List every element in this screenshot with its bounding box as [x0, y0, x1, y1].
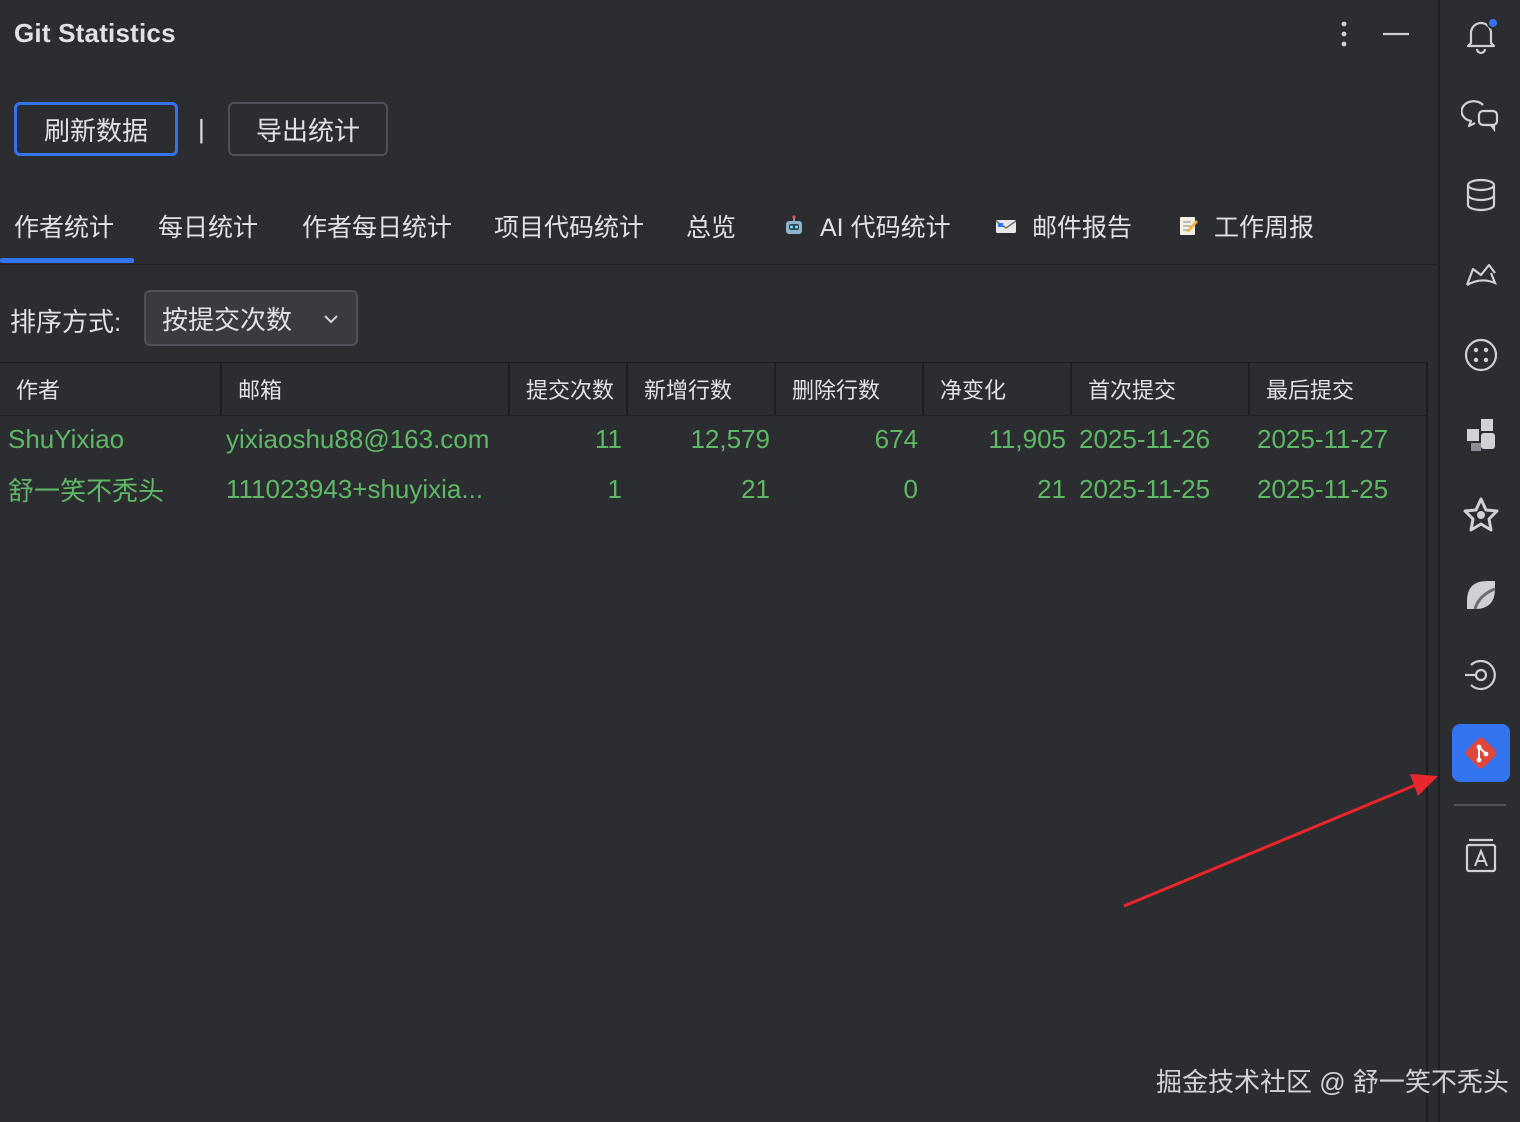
column-header-email[interactable]: 邮箱 — [222, 363, 510, 415]
cell-author: ShuYixiao — [8, 423, 125, 454]
table-row[interactable]: ShuYixiao yixiaoshu88@163.com 11 12,579 … — [0, 414, 1426, 464]
star-tool-button[interactable] — [1452, 486, 1510, 544]
app-window: Git Statistics 刷新数据 | 导出统计 作者统计 每日统计 作者每… — [0, 0, 1520, 1122]
column-header-deleted-lines[interactable]: 删除行数 — [776, 363, 924, 415]
tab-label: 总览 — [686, 214, 737, 242]
toolbar-separator: | — [198, 114, 205, 144]
cell-deleted-lines: 674 — [874, 423, 918, 454]
cell-first-commit: 2025-11-25 — [1079, 473, 1211, 504]
cell-first-commit: 2025-11-26 — [1079, 423, 1211, 454]
tab-label: 工作周报 — [1214, 214, 1315, 242]
cell-commits: 11 — [595, 423, 622, 454]
plugin-icon — [1464, 338, 1498, 372]
git-statistics-panel: Git Statistics 刷新数据 | 导出统计 作者统计 每日统计 作者每… — [0, 0, 1438, 1122]
cell-email: yixiaoshu88@163.com — [226, 423, 490, 454]
author-stats-table: 作者 邮箱 提交次数 新增行数 删除行数 净变化 首次提交 最后提交 ShuYi… — [0, 362, 1428, 1122]
watermark: 掘金技术社区 @ 舒一笑不秃头 — [1156, 1067, 1509, 1097]
export-statistics-button[interactable]: 导出统计 — [228, 102, 388, 156]
minimize-button[interactable] — [1380, 18, 1412, 50]
translate-tool-button[interactable] — [1452, 826, 1510, 884]
memo-icon — [1180, 217, 1198, 235]
target-icon — [1465, 659, 1496, 691]
cell-added-lines: 21 — [741, 473, 770, 504]
cell-added-lines: 12,579 — [690, 423, 770, 454]
chevron-down-icon — [324, 315, 338, 324]
target-tool-button[interactable] — [1452, 646, 1510, 704]
envelope-icon — [995, 220, 1017, 233]
tab-label: 作者每日统计 — [302, 214, 453, 242]
cell-last-commit: 2025-11-25 — [1257, 473, 1389, 504]
tab-project-code-stats[interactable]: 项目代码统计 — [494, 190, 644, 262]
puzzle-icon — [1467, 419, 1495, 451]
sort-label: 排序方式: — [10, 307, 122, 337]
leaf-tool-button[interactable] — [1452, 566, 1510, 624]
more-options-button[interactable] — [1330, 18, 1358, 50]
column-header-net-change[interactable]: 净变化 — [924, 363, 1072, 415]
column-header-last-commit[interactable]: 最后提交 — [1250, 363, 1426, 415]
git-statistics-tool-button[interactable] — [1452, 724, 1510, 782]
chart-icon — [1465, 263, 1498, 286]
translate-icon — [1465, 838, 1497, 873]
cell-commits: 1 — [607, 473, 622, 504]
robot-icon — [786, 215, 802, 234]
leaf-icon — [1467, 581, 1496, 610]
statistics-chart-button[interactable] — [1452, 246, 1510, 304]
tab-author-daily-stats[interactable]: 作者每日统计 — [302, 190, 452, 262]
tab-label: 每日统计 — [158, 214, 259, 242]
tab-label: 项目代码统计 — [494, 214, 645, 242]
tab-ai-code-stats[interactable]: AI 代码统计 — [782, 190, 951, 262]
sort-dropdown[interactable]: 按提交次数 — [144, 290, 358, 346]
tab-label: 邮件报告 — [1032, 214, 1133, 242]
puzzle-tool-button[interactable] — [1452, 406, 1510, 464]
right-tool-strip — [1438, 0, 1520, 1122]
table-row[interactable]: 舒一笑不秃头 111023943+shuyixia... 1 21 0 21 2… — [0, 464, 1426, 514]
tab-overview[interactable]: 总览 — [686, 190, 736, 262]
tool-strip-divider — [1454, 804, 1506, 806]
tab-email-report[interactable]: 邮件报告 — [994, 190, 1132, 262]
cell-last-commit: 2025-11-27 — [1257, 423, 1389, 454]
tab-label: AI 代码统计 — [820, 214, 951, 242]
active-tab-indicator — [0, 258, 134, 263]
chat-icon — [1461, 100, 1499, 133]
sort-selected-value: 按提交次数 — [162, 304, 293, 335]
cell-net-change: 21 — [1037, 473, 1066, 504]
vertical-dots-icon — [1341, 21, 1347, 47]
tab-weekly-report[interactable]: 工作周报 — [1176, 190, 1314, 262]
cell-author: 舒一笑不秃头 — [8, 475, 165, 506]
tab-author-stats[interactable]: 作者统计 — [14, 190, 114, 262]
git-icon — [1465, 737, 1497, 769]
ai-chat-button[interactable] — [1452, 86, 1510, 144]
database-button[interactable] — [1452, 166, 1510, 224]
star-icon — [1463, 497, 1499, 532]
tab-bar: 作者统计 每日统计 作者每日统计 项目代码统计 总览 AI 代码统计 邮件报告 … — [0, 190, 1438, 265]
tab-label: 作者统计 — [14, 214, 115, 242]
plugin-button[interactable] — [1452, 326, 1510, 384]
table-header: 作者 邮箱 提交次数 新增行数 删除行数 净变化 首次提交 最后提交 — [0, 362, 1426, 416]
column-header-added-lines[interactable]: 新增行数 — [628, 363, 776, 415]
database-icon — [1466, 178, 1496, 212]
cell-deleted-lines: 0 — [903, 473, 918, 504]
minimize-icon — [1383, 32, 1409, 36]
notifications-button[interactable] — [1452, 6, 1510, 64]
bell-icon — [1466, 17, 1499, 55]
tab-daily-stats[interactable]: 每日统计 — [158, 190, 258, 262]
cell-net-change: 11,905 — [988, 423, 1066, 454]
cell-email: 111023943+shuyixia... — [226, 473, 484, 504]
refresh-data-button[interactable]: 刷新数据 — [14, 102, 178, 156]
column-header-author[interactable]: 作者 — [0, 363, 222, 415]
panel-title: Git Statistics — [14, 18, 176, 48]
column-header-first-commit[interactable]: 首次提交 — [1072, 363, 1250, 415]
column-header-commits[interactable]: 提交次数 — [510, 363, 628, 415]
